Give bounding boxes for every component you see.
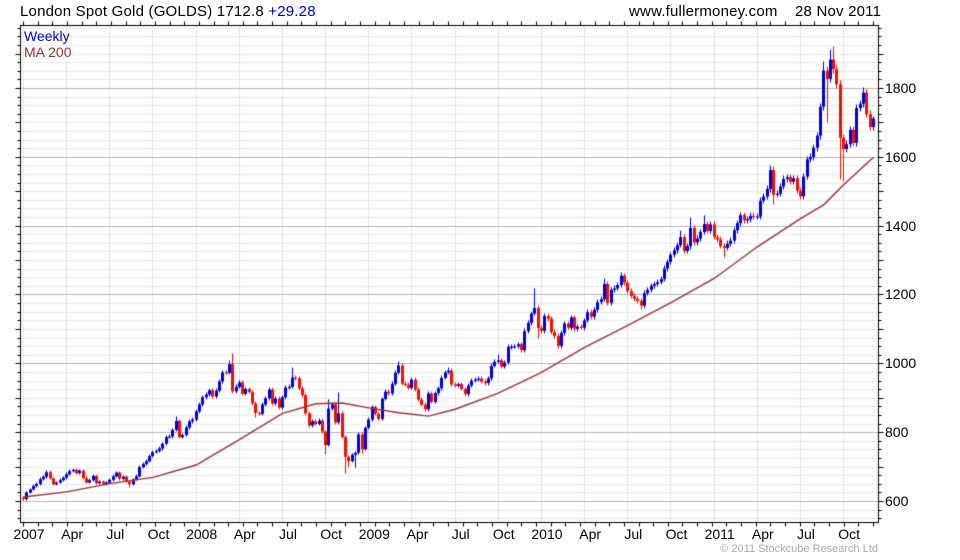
website-label: www.fullermoney.com	[629, 3, 778, 20]
price-chart-canvas	[0, 0, 960, 560]
x-axis-tick-label: 2007	[13, 526, 45, 542]
x-axis-tick-label: 2008	[186, 526, 218, 542]
x-axis-tick-label: Apr	[579, 526, 602, 542]
x-axis-tick-label: 2010	[531, 526, 563, 542]
legend-series-label: Weekly	[24, 28, 70, 44]
x-axis-tick-label: Jul	[451, 526, 470, 542]
x-axis-tick-label: 2011	[704, 526, 735, 542]
x-axis-tick-label: Jul	[797, 526, 815, 542]
price-change: +29.28	[268, 3, 316, 20]
x-axis-tick-label: Apr	[751, 526, 774, 542]
x-axis-tick-label: 2009	[358, 526, 390, 542]
instrument-name: London Spot Gold (GOLDS)	[20, 3, 213, 20]
copyright-notice: © 2011 Stockcube Research Ltd	[720, 543, 878, 555]
x-axis-tick-label: Jul	[106, 526, 125, 542]
date-label: 28 Nov 2011	[795, 3, 882, 20]
x-axis-tick-label: Oct	[147, 526, 170, 542]
y-axis-tick-label: 1800	[885, 79, 917, 96]
chart-title: London Spot Gold (GOLDS) 1712.8 +29.28	[20, 3, 316, 20]
x-axis-tick-label: Jul	[624, 526, 643, 542]
y-axis-tick-label: 1600	[885, 148, 917, 165]
chart-window: London Spot Gold (GOLDS) 1712.8 +29.28 w…	[0, 0, 960, 560]
x-axis-tick-label: Oct	[665, 526, 688, 542]
x-axis-tick-label: Oct	[838, 526, 860, 542]
y-axis-tick-label: 1200	[885, 286, 917, 303]
x-axis-tick-label: Apr	[406, 526, 429, 542]
legend-ma-label: MA 200	[24, 44, 72, 60]
x-axis-tick-label: Oct	[492, 526, 515, 542]
legend: Weekly MA 200	[24, 28, 71, 60]
y-axis-tick-label: 800	[885, 424, 909, 441]
x-axis-tick-label: Apr	[233, 526, 256, 542]
y-axis-tick-label: 600	[885, 493, 909, 509]
x-axis-tick-label: Apr	[61, 526, 84, 542]
last-price: 1712.8	[216, 3, 264, 20]
y-axis-tick-label: 1400	[885, 217, 917, 234]
x-axis-tick-label: Oct	[320, 526, 343, 542]
x-axis-tick-label: Jul	[279, 526, 297, 542]
y-axis-tick-label: 1000	[885, 355, 917, 372]
